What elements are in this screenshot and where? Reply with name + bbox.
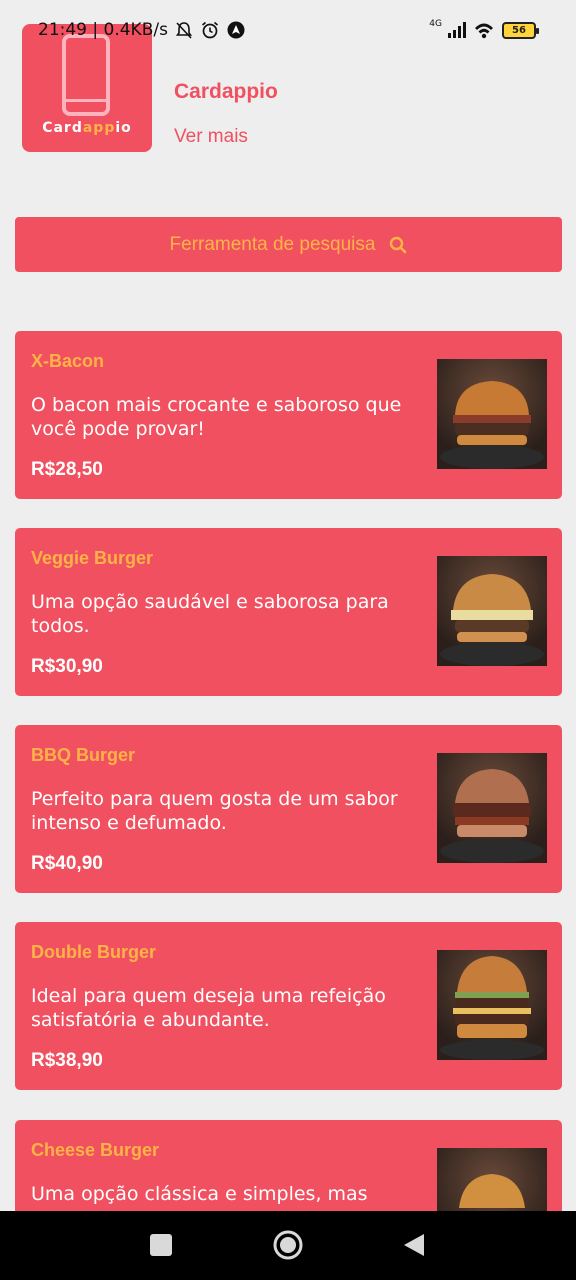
menu-item-price: R$30,90 (31, 656, 103, 677)
cellular-signal-icon (448, 22, 466, 38)
menu-item-name: X-Bacon (31, 351, 105, 371)
back-icon[interactable] (402, 1233, 426, 1257)
search-label: Ferramenta de pesquisa (169, 233, 376, 255)
menu-item-description: O bacon mais crocante e saboroso que voc… (31, 394, 402, 440)
burger-image (437, 556, 547, 666)
battery-icon: 56 (502, 21, 539, 39)
notifications-off-icon (175, 22, 193, 39)
search-icon (390, 236, 407, 253)
battery-level: 56 (512, 24, 526, 36)
app-name: Cardappio (174, 80, 278, 103)
burger-image (437, 753, 547, 863)
logo-text: Cardappio (42, 120, 132, 136)
status-bar: 21:49 | 0.4KB/s 4G 56 (0, 0, 576, 64)
alarm-icon (201, 21, 219, 39)
menu-item-description: Perfeito para quem gosta de um sabor int… (31, 788, 398, 834)
menu-item-name: BBQ Burger (31, 745, 136, 765)
burger-image (437, 359, 547, 469)
menu-item-description: Uma opção clássica e simples, mas (31, 1183, 368, 1205)
wifi-icon (475, 23, 493, 39)
status-right: 4G 56 (429, 19, 539, 40)
search-button[interactable]: Ferramenta de pesquisa (15, 217, 562, 272)
menu-item-price: R$28,50 (31, 459, 103, 480)
menu-item-description: Uma opção saudável e saborosa para todos… (31, 591, 389, 637)
menu-item-card[interactable]: Veggie Burger Uma opção saudável e sabor… (15, 528, 562, 696)
see-more-link[interactable]: Ver mais (174, 126, 248, 148)
menu-item-name: Veggie Burger (31, 548, 154, 568)
menu-item-card[interactable]: X-Bacon O bacon mais crocante e saboroso… (15, 331, 562, 499)
menu-item-description: Ideal para quem deseja uma refeição sati… (31, 985, 386, 1031)
menu-item-card[interactable]: BBQ Burger Perfeito para quem gosta de u… (15, 725, 562, 893)
menu-item-name: Cheese Burger (31, 1140, 160, 1160)
status-left: 21:49 | 0.4KB/s (38, 20, 246, 40)
menu-item-price: R$40,90 (31, 853, 103, 874)
menu-item-card[interactable]: Double Burger Ideal para quem deseja uma… (15, 922, 562, 1090)
system-nav-bar (0, 1211, 576, 1280)
burger-image (437, 950, 547, 1060)
home-icon[interactable] (272, 1229, 304, 1261)
recent-apps-icon[interactable] (149, 1233, 173, 1257)
menu-item-price: R$38,90 (31, 1050, 103, 1071)
menu-item-name: Double Burger (31, 942, 157, 962)
network-type-label: 4G (429, 19, 442, 29)
status-time-speed: 21:49 | 0.4KB/s (38, 20, 168, 40)
app-notification-icon (227, 21, 245, 39)
